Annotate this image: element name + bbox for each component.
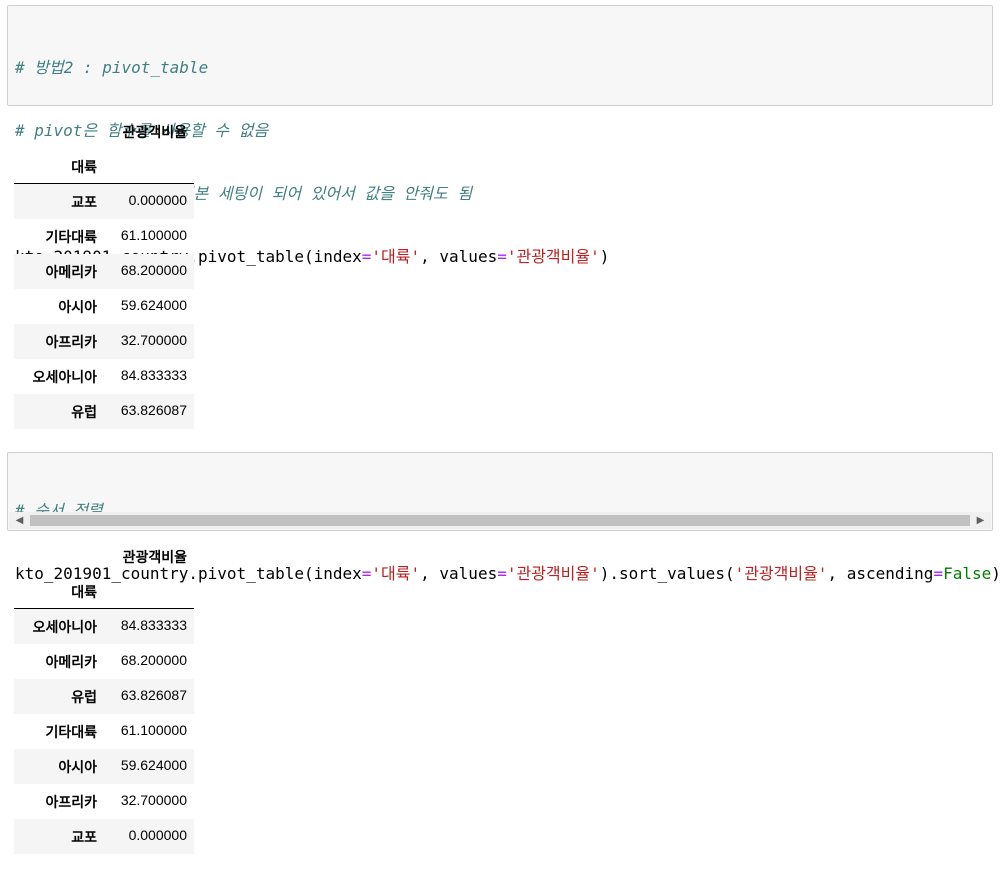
table-row: 아프리카 32.700000 (14, 324, 194, 359)
row-index: 아프리카 (45, 334, 97, 350)
row-value: 84.833333 (120, 367, 187, 383)
string-literal: '관광객비율' (506, 564, 600, 583)
row-index: 유럽 (71, 689, 97, 705)
row-index: 아시아 (58, 759, 97, 775)
row-index: 교포 (71, 194, 97, 210)
operator: = (497, 247, 507, 266)
row-index: 교포 (71, 829, 97, 845)
row-value: 63.826087 (120, 687, 187, 703)
operator: = (497, 564, 507, 583)
string-literal: '대륙' (371, 564, 421, 583)
table-row: 아시아 59.624000 (14, 749, 194, 784)
table-row: 기타대륙 61.100000 (14, 219, 194, 254)
table-row: 아프리카 32.700000 (14, 784, 194, 819)
code-text: , values (420, 247, 498, 266)
table-row: 기타대륙 61.100000 (14, 714, 194, 749)
scroll-right-icon[interactable]: ▶ (972, 512, 989, 529)
table-row: 아메리카 68.200000 (14, 644, 194, 679)
index-name: 대륙 (71, 159, 97, 175)
table-row: 오세아니아 84.833333 (14, 609, 194, 644)
table-row: 교포 0.000000 (14, 184, 194, 219)
index-name: 대륙 (71, 584, 97, 600)
code-text: , values (420, 564, 498, 583)
row-index: 기타대륙 (45, 724, 97, 740)
keyword: False (943, 564, 992, 583)
row-index: 아시아 (58, 299, 97, 315)
table-header-row: 관광객비율 (14, 538, 194, 573)
row-value: 63.826087 (120, 402, 187, 418)
row-index: 아메리카 (45, 264, 97, 280)
string-literal: '관광객비율' (734, 564, 828, 583)
code-text: ) (991, 564, 1001, 583)
row-index: 아메리카 (45, 654, 97, 670)
code-text: , ascending (827, 564, 934, 583)
dataframe-output-1: 관광객비율 대륙 교포 0.000000 기타대륙 61.100000 아메리카 68… (14, 113, 194, 429)
table-row: 유럽 63.826087 (14, 679, 194, 714)
scrollbar-thumb[interactable] (30, 515, 970, 526)
row-index: 오세아니아 (32, 619, 97, 635)
row-value: 84.833333 (120, 617, 187, 633)
table-row: 오세아니아 84.833333 (14, 359, 194, 394)
table-row: 아메리카 68.200000 (14, 254, 194, 289)
row-value: 0.000000 (128, 827, 187, 843)
horizontal-scrollbar[interactable]: ◀ ▶ (9, 512, 991, 529)
dataframe-output-2: 관광객비율 대륙 오세아니아 84.833333 아메리카 68.200000 유럽… (14, 538, 194, 854)
operator: = (361, 564, 372, 583)
code-text: ) (599, 247, 610, 266)
code-text: ).sort_values( (599, 564, 735, 583)
string-literal: '대륙' (371, 247, 421, 266)
row-value: 32.700000 (120, 332, 187, 348)
string-literal: '관광객비율' (506, 247, 600, 266)
row-value: 68.200000 (120, 262, 187, 278)
column-header: 관광객비율 (122, 124, 187, 140)
row-value: 59.624000 (120, 297, 187, 313)
row-value: 32.700000 (120, 792, 187, 808)
table-row: 아시아 59.624000 (14, 289, 194, 324)
row-value: 0.000000 (128, 192, 187, 208)
code-cell-1[interactable]: # 방법2 : pivot_table # pivot은 함수를 사용할 수 없… (7, 5, 993, 266)
column-header: 관광객비율 (122, 549, 187, 565)
row-index: 유럽 (71, 404, 97, 420)
comment-line: # 방법2 : pivot_table (15, 58, 209, 77)
operator: = (933, 564, 944, 583)
row-value: 68.200000 (120, 652, 187, 668)
scroll-left-icon[interactable]: ◀ (11, 512, 28, 529)
table-row: 유럽 63.826087 (14, 394, 194, 429)
row-index: 아프리카 (45, 794, 97, 810)
row-index: 기타대륙 (45, 229, 97, 245)
row-index: 오세아니아 (32, 369, 97, 385)
operator: = (361, 247, 372, 266)
code-cell-2[interactable]: # 순서 정렬 kto_201901_country.pivot_table(i… (7, 452, 1001, 583)
index-name-row: 대륙 (14, 148, 194, 183)
index-name-row: 대륙 (14, 573, 194, 608)
table-row: 교포 0.000000 (14, 819, 194, 854)
row-value: 59.624000 (120, 757, 187, 773)
row-value: 61.100000 (120, 227, 187, 243)
row-value: 61.100000 (120, 722, 187, 738)
table-header-row: 관광객비율 (14, 113, 194, 148)
